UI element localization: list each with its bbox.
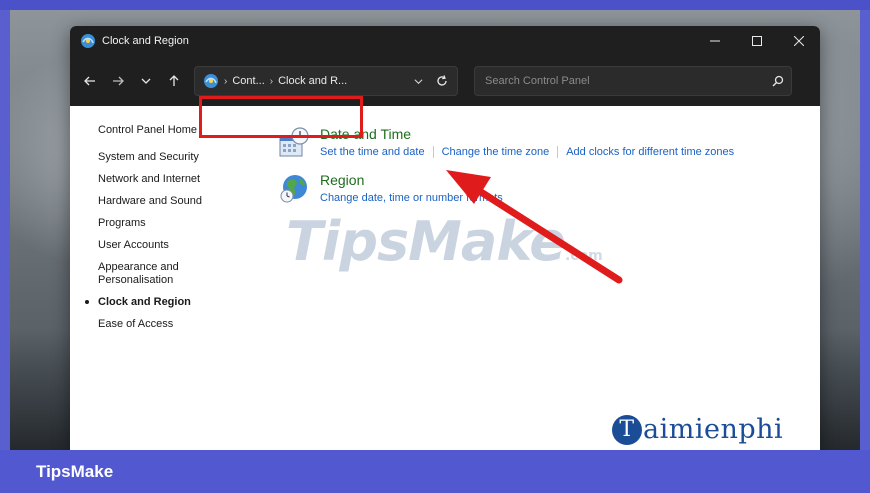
chevron-down-icon [414,78,422,84]
date-time-title[interactable]: Date and Time [320,126,734,143]
category-date-time: Date and Time Set the time and date Chan… [278,126,734,159]
sidebar-item-system-security[interactable]: System and Security [98,151,248,164]
maximize-icon [752,36,762,46]
breadcrumb-control-panel[interactable]: Cont... [232,75,264,87]
footer-bar: TipsMake [0,450,870,493]
refresh-button[interactable] [429,75,455,87]
sidebar-item-network-internet[interactable]: Network and Internet [98,173,248,186]
control-panel-icon [81,34,95,48]
sidebar-item-user-accounts[interactable]: User Accounts [98,239,248,252]
add-clocks-link[interactable]: Add clocks for different time zones [566,145,734,159]
maximize-button[interactable] [736,26,778,56]
search-input[interactable] [475,67,765,95]
active-bullet [85,300,89,304]
close-icon [794,36,804,46]
control-panel-icon [204,74,218,88]
control-panel-window: Clock and Region › Cont... › Clock and R… [70,26,820,450]
set-time-date-link[interactable]: Set the time and date [320,145,425,159]
search-box[interactable] [474,66,792,96]
sidebar-item-label: Clock and Region [98,296,191,308]
sidebar: Control Panel Home System and Security N… [85,124,248,340]
category-region: Region Change date, time or number forma… [278,172,503,205]
sidebar-item-clock-region[interactable]: Clock and Region [85,296,248,309]
region-globe-icon[interactable] [278,172,310,204]
content-area: Control Panel Home System and Security N… [70,106,820,450]
minimize-icon [710,40,720,42]
sidebar-item-ease-of-access[interactable]: Ease of Access [98,318,248,331]
sidebar-item-control-panel-home[interactable]: Control Panel Home [98,124,248,136]
window-title: Clock and Region [102,35,189,47]
sidebar-item-programs[interactable]: Programs [98,217,248,230]
refresh-icon [437,75,447,86]
arrow-up-icon [169,75,179,86]
address-bar[interactable]: › Cont... › Clock and R... [194,66,458,96]
search-icon [772,75,784,87]
frame-top-bar [0,0,870,10]
address-dropdown-button[interactable] [407,77,429,86]
up-button[interactable] [160,67,188,95]
sidebar-item-appearance[interactable]: Appearance and Personalisation [98,261,194,287]
link-divider [557,146,559,158]
logo-initial: T [612,414,642,445]
link-divider [432,146,434,158]
breadcrumb-clock-region[interactable]: Clock and R... [278,75,347,87]
minimize-button[interactable] [694,26,736,56]
back-button[interactable] [76,67,104,95]
arrow-left-icon [84,76,95,86]
title-bar[interactable]: Clock and Region [70,26,820,56]
change-time-zone-link[interactable]: Change the time zone [442,145,550,159]
arrow-right-icon [113,76,124,86]
footer-brand: TipsMake [36,461,114,481]
chevron-down-icon [141,78,151,84]
sidebar-item-hardware-sound[interactable]: Hardware and Sound [98,195,248,208]
taimienphi-logo: T aimienphi [612,414,783,445]
change-formats-link[interactable]: Change date, time or number formats [320,191,503,205]
breadcrumb-separator: › [224,75,228,87]
close-button[interactable] [778,26,820,56]
date-time-icon[interactable] [278,126,310,158]
region-title[interactable]: Region [320,172,503,189]
breadcrumb-separator: › [269,75,274,87]
logo-text: aimienphi [643,414,784,445]
recent-locations-button[interactable] [132,67,160,95]
search-button[interactable] [765,75,791,87]
address-toolbar: › Cont... › Clock and R... [70,56,820,106]
forward-button[interactable] [104,67,132,95]
